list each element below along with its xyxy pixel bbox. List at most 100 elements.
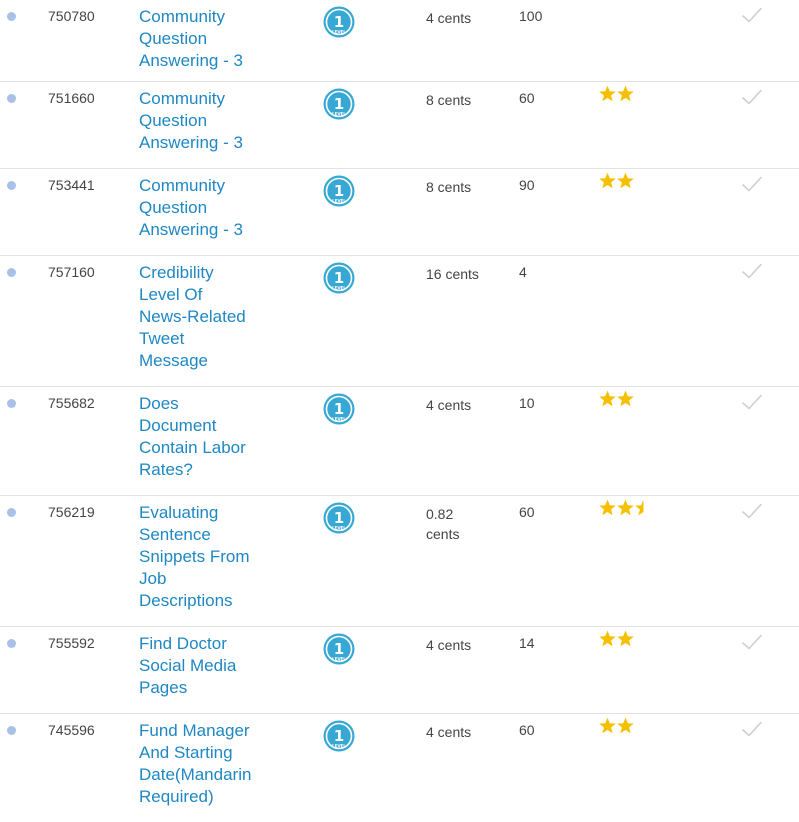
star-rating <box>598 629 634 651</box>
reward-amount: 8 cents <box>426 92 472 108</box>
svg-text:LEVEL: LEVEL <box>332 657 346 662</box>
svg-text:LEVEL: LEVEL <box>332 526 346 531</box>
reward-amount: 4 cents <box>426 397 472 413</box>
task-row: 751660 Community Question Answering - 3 1 … <box>0 82 799 169</box>
check-icon[interactable] <box>741 175 763 193</box>
reward-amount: 8 cents <box>426 179 472 195</box>
task-id: 756219 <box>48 504 95 520</box>
svg-text:LEVEL: LEVEL <box>332 112 346 117</box>
status-dot-icon <box>7 94 16 103</box>
reward-amount: 0.82 cents <box>426 506 460 542</box>
level-1-badge-icon: 1 LEVEL <box>323 720 355 752</box>
svg-text:LEVEL: LEVEL <box>332 30 346 35</box>
svg-text:1: 1 <box>334 727 344 745</box>
status-dot-icon <box>7 726 16 735</box>
task-row: 757160 Credibility Level Of News-Related Tw… <box>0 256 799 387</box>
task-row: 756219 Evaluating Sentence Snippets From Jo… <box>0 496 799 627</box>
hits-available: 10 <box>519 395 535 411</box>
svg-text:LEVEL: LEVEL <box>332 199 346 204</box>
hits-available: 60 <box>519 90 535 106</box>
level-1-badge-icon: 1 LEVEL <box>323 6 355 38</box>
star-rating <box>598 84 634 106</box>
task-title-link[interactable]: Community Question Answering - 3 <box>139 6 259 72</box>
check-icon[interactable] <box>741 88 763 106</box>
check-icon[interactable] <box>741 6 763 24</box>
star-full-icon <box>599 85 616 102</box>
task-id: 750780 <box>48 8 95 24</box>
svg-text:1: 1 <box>334 13 344 31</box>
status-dot-icon <box>7 639 16 648</box>
star-full-icon <box>617 630 634 647</box>
task-id: 755592 <box>48 635 95 651</box>
reward-amount: 16 cents <box>426 266 479 282</box>
hits-available: 60 <box>519 504 535 520</box>
task-id: 751660 <box>48 90 95 106</box>
svg-text:1: 1 <box>334 95 344 113</box>
reward-amount: 4 cents <box>426 10 472 26</box>
svg-text:1: 1 <box>334 400 344 418</box>
star-full-icon <box>599 630 616 647</box>
check-icon[interactable] <box>741 502 763 520</box>
task-id: 757160 <box>48 264 95 280</box>
hits-available: 4 <box>519 264 527 280</box>
task-list: 750780 Community Question Answering - 3 1 … <box>0 0 799 822</box>
level-1-badge-icon: 1 LEVEL <box>323 262 355 294</box>
check-icon[interactable] <box>741 262 763 280</box>
task-row: 753441 Community Question Answering - 3 1 … <box>0 169 799 256</box>
star-half-icon <box>635 499 644 516</box>
status-dot-icon <box>7 181 16 190</box>
task-title-link[interactable]: Credibility Level Of News-Related Tweet Mess… <box>139 262 259 372</box>
task-title-link[interactable]: Evaluating Sentence Snippets From Job Descri… <box>139 502 259 612</box>
star-full-icon <box>599 499 616 516</box>
star-full-icon <box>617 390 634 407</box>
hits-available: 100 <box>519 8 543 24</box>
star-rating <box>598 716 634 738</box>
star-full-icon <box>599 172 616 189</box>
task-id: 755682 <box>48 395 95 411</box>
star-full-icon <box>617 85 634 102</box>
star-full-icon <box>617 172 634 189</box>
reward-amount: 4 cents <box>426 637 472 653</box>
task-id: 753441 <box>48 177 95 193</box>
svg-text:LEVEL: LEVEL <box>332 417 346 422</box>
task-row: 750780 Community Question Answering - 3 1 … <box>0 0 799 82</box>
svg-text:LEVEL: LEVEL <box>332 286 346 291</box>
star-full-icon <box>617 499 634 516</box>
hits-available: 14 <box>519 635 535 651</box>
star-full-icon <box>599 717 616 734</box>
hits-available: 60 <box>519 722 535 738</box>
svg-text:LEVEL: LEVEL <box>332 744 346 749</box>
task-id: 745596 <box>48 722 95 738</box>
check-icon[interactable] <box>741 720 763 738</box>
level-1-badge-icon: 1 LEVEL <box>323 393 355 425</box>
svg-text:1: 1 <box>334 182 344 200</box>
status-dot-icon <box>7 508 16 517</box>
task-title-link[interactable]: Community Question Answering - 3 <box>139 88 259 154</box>
status-dot-icon <box>7 268 16 277</box>
svg-text:1: 1 <box>334 640 344 658</box>
task-title-link[interactable]: Fund Manager And Starting Date(Mandarin Req… <box>139 720 259 808</box>
task-title-link[interactable]: Does Document Contain Labor Rates? <box>139 393 259 481</box>
star-rating <box>598 389 634 411</box>
star-full-icon <box>617 717 634 734</box>
reward-amount: 4 cents <box>426 724 472 740</box>
status-dot-icon <box>7 12 16 21</box>
star-rating <box>598 498 652 520</box>
star-full-icon <box>599 390 616 407</box>
level-1-badge-icon: 1 LEVEL <box>323 633 355 665</box>
check-icon[interactable] <box>741 633 763 651</box>
svg-text:1: 1 <box>334 269 344 287</box>
level-1-badge-icon: 1 LEVEL <box>323 502 355 534</box>
status-dot-icon <box>7 399 16 408</box>
task-row: 755592 Find Doctor Social Media Pages 1 LE… <box>0 627 799 714</box>
svg-text:1: 1 <box>334 509 344 527</box>
task-row: 755682 Does Document Contain Labor Rates? 1… <box>0 387 799 496</box>
level-1-badge-icon: 1 LEVEL <box>323 88 355 120</box>
task-title-link[interactable]: Find Doctor Social Media Pages <box>139 633 259 699</box>
level-1-badge-icon: 1 LEVEL <box>323 175 355 207</box>
check-icon[interactable] <box>741 393 763 411</box>
star-rating <box>598 171 634 193</box>
task-row: 745596 Fund Manager And Starting Date(Mand… <box>0 714 799 822</box>
task-title-link[interactable]: Community Question Answering - 3 <box>139 175 259 241</box>
hits-available: 90 <box>519 177 535 193</box>
